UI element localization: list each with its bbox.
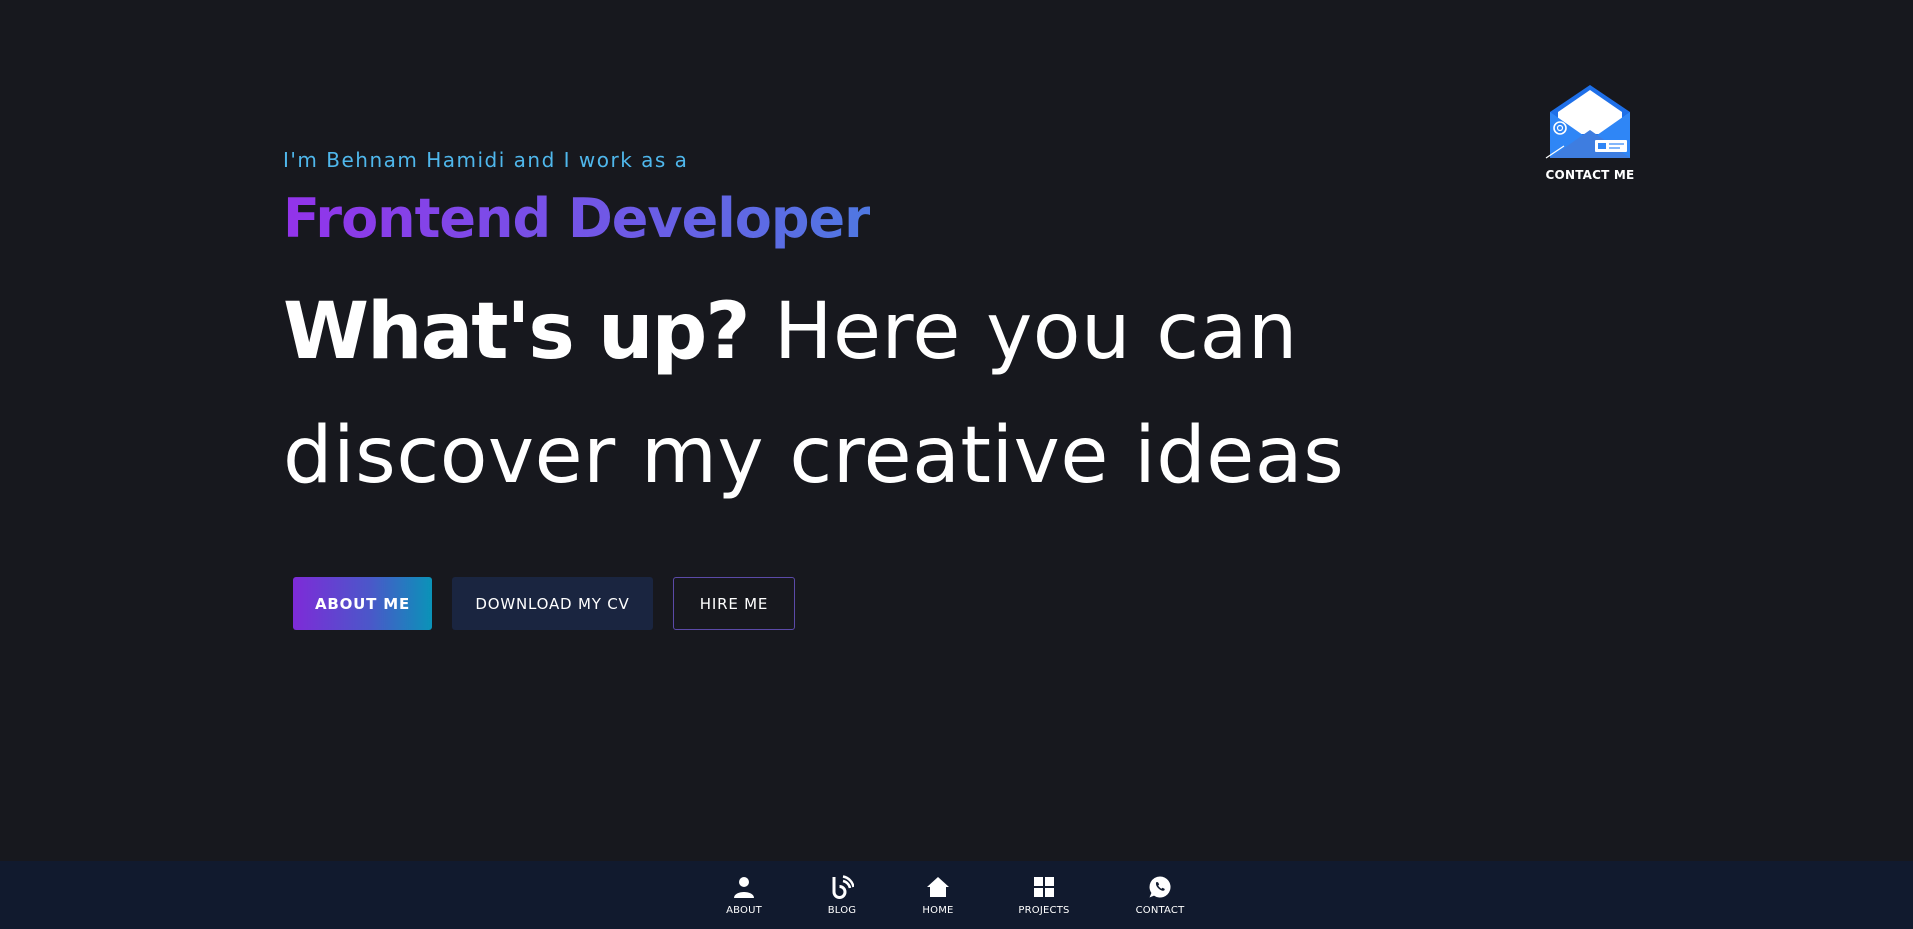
bottom-nav: ABOUT BLOG HOME PROJECTS CONTACT: [0, 861, 1913, 929]
headline-line2: discover my creative ideas: [283, 411, 1345, 501]
nav-label-contact: CONTACT: [1135, 905, 1185, 916]
nav-item-home[interactable]: HOME: [898, 875, 978, 916]
grid-icon: [1004, 875, 1084, 899]
whatsapp-icon: [1120, 875, 1200, 899]
contact-me-label: CONTACT ME: [1545, 168, 1635, 182]
about-me-button[interactable]: ABOUT ME: [293, 577, 432, 630]
role-title: Frontend Developer: [283, 180, 871, 258]
envelope-icon: [1544, 82, 1636, 162]
headline-rest: Here you can: [748, 287, 1298, 377]
nav-item-about[interactable]: ABOUT: [704, 875, 784, 916]
nav-label-home: HOME: [922, 905, 954, 916]
headline: What's up? Here you can discover my crea…: [283, 270, 1483, 518]
user-icon: [704, 875, 784, 899]
contact-me-badge[interactable]: CONTACT ME: [1544, 82, 1636, 182]
nav-item-projects[interactable]: PROJECTS: [1004, 875, 1084, 916]
nav-item-blog[interactable]: BLOG: [802, 875, 882, 916]
nav-label-blog: BLOG: [827, 905, 857, 916]
headline-strong: What's up?: [283, 287, 751, 377]
hire-me-button[interactable]: HIRE ME: [673, 577, 795, 630]
nav-label-projects: PROJECTS: [1018, 905, 1070, 916]
download-cv-button[interactable]: DOWNLOAD MY CV: [452, 577, 653, 630]
nav-label-about: ABOUT: [726, 905, 762, 916]
nav-item-contact[interactable]: CONTACT: [1120, 875, 1200, 916]
home-icon: [898, 875, 978, 899]
hero-actions: ABOUT ME DOWNLOAD MY CV HIRE ME: [293, 577, 795, 630]
blog-icon: [802, 875, 882, 899]
intro-text: I'm Behnam Hamidi and I work as a: [283, 148, 689, 172]
hero-section: I'm Behnam Hamidi and I work as a Fronte…: [283, 140, 1483, 518]
page: CONTACT ME I'm Behnam Hamidi and I work …: [0, 0, 1913, 929]
